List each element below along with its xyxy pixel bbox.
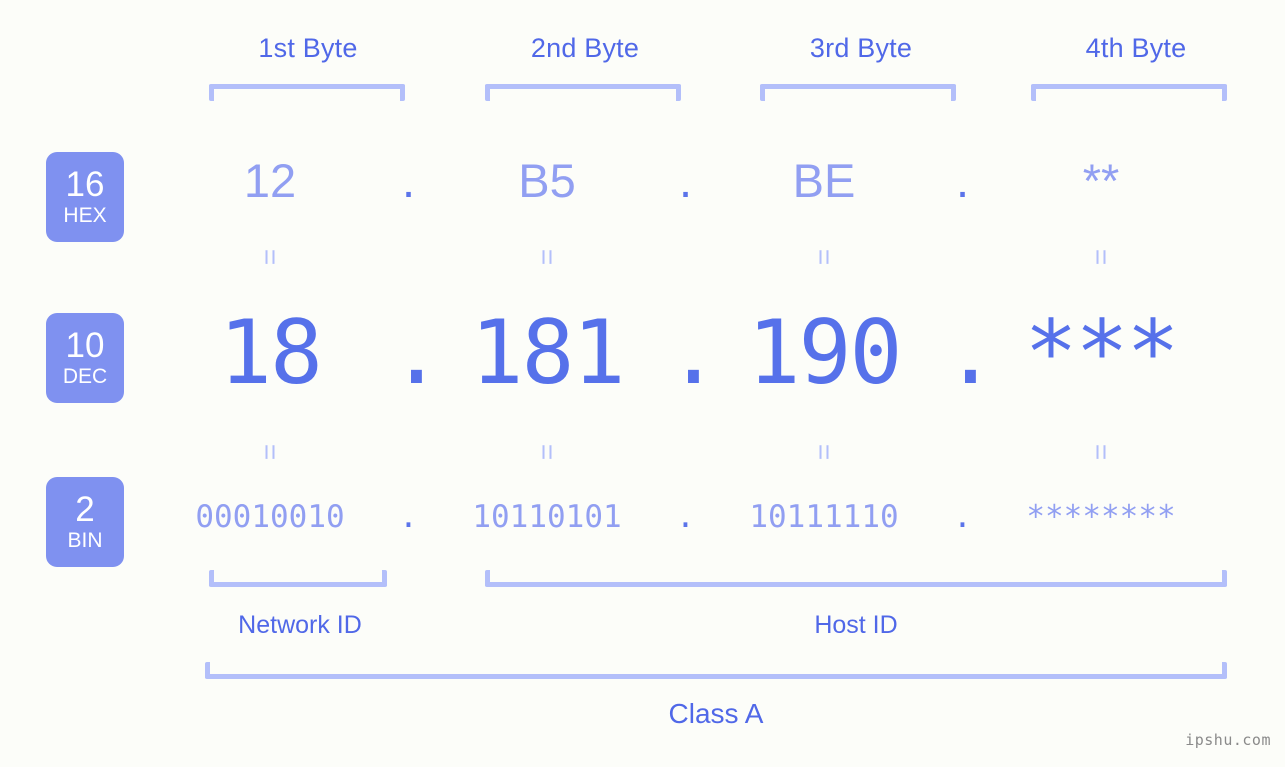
byte-header-4: 4th Byte (1085, 33, 1187, 63)
dec-separator-1: . (390, 301, 443, 404)
base-badge-hex-number: 16 (65, 165, 105, 204)
equals-icon: = (254, 443, 286, 461)
equals-icon: = (808, 248, 840, 266)
hex-separator-3: . (955, 154, 970, 207)
base-badge-hex: 16 HEX (46, 152, 124, 242)
ip-class-bracket (205, 662, 1227, 679)
bin-value-row: 00010010 . 10110101 . 10111110 . *******… (150, 495, 1260, 539)
byte-header-2: 2nd Byte (530, 33, 640, 63)
dec-byte-3: 190 (747, 301, 903, 404)
bin-separator-1: . (399, 499, 418, 535)
base-badge-hex-label: HEX (63, 204, 107, 227)
network-id-label: Network ID (238, 611, 362, 639)
byte-bracket-4 (1031, 84, 1227, 101)
equals-connectors-dec-bin: = = = = (150, 438, 1260, 466)
bin-byte-4: ******** (1026, 499, 1176, 535)
ip-class-label: Class A (668, 698, 764, 729)
byte-header-3: 3rd Byte (809, 33, 913, 63)
base-badge-bin-label: BIN (67, 529, 103, 552)
hex-byte-2: B5 (518, 154, 576, 207)
equals-icon: = (531, 248, 563, 266)
dec-byte-1: 18 (219, 301, 323, 404)
bin-separator-2: . (676, 499, 695, 535)
equals-icon: = (254, 248, 286, 266)
equals-icon: = (531, 443, 563, 461)
base-badge-bin: 2 BIN (46, 477, 124, 567)
equals-icon: = (808, 443, 840, 461)
dec-separator-3: . (944, 301, 997, 404)
network-id-bracket (209, 570, 387, 587)
hex-separator-1: . (401, 154, 416, 207)
dec-value-row: 18 . 181 . 190 . *** (150, 297, 1260, 409)
byte-header-1: 1st Byte (258, 33, 358, 63)
base-badge-bin-number: 2 (75, 490, 95, 529)
dec-byte-2: 181 (470, 301, 626, 404)
hex-byte-4: ** (1082, 154, 1120, 207)
base-badge-dec-number: 10 (65, 326, 105, 365)
hex-byte-3: BE (792, 154, 856, 207)
hex-byte-1: 12 (243, 154, 297, 207)
equals-connectors-hex-dec: = = = = (150, 243, 1260, 271)
bin-byte-2: 10110101 (472, 499, 622, 535)
byte-bracket-3 (760, 84, 956, 101)
equals-icon: = (1085, 248, 1117, 266)
ip-address-breakdown-diagram: 1st Byte 2nd Byte 3rd Byte 4th Byte 16 H… (0, 0, 1285, 767)
bin-separator-3: . (953, 499, 972, 535)
bin-byte-1: 00010010 (195, 499, 345, 535)
hex-separator-2: . (678, 154, 693, 207)
dec-separator-2: . (667, 301, 720, 404)
site-watermark: ipshu.com (1185, 731, 1271, 749)
byte-bracket-1 (209, 84, 405, 101)
hex-value-row: 12 . B5 . BE . ** (150, 150, 1260, 212)
base-badge-dec-label: DEC (62, 365, 108, 388)
byte-bracket-2 (485, 84, 681, 101)
host-id-bracket (485, 570, 1227, 587)
dec-byte-4: *** (1024, 301, 1180, 404)
equals-icon: = (1085, 443, 1117, 461)
host-id-label: Host ID (814, 611, 898, 639)
bin-byte-3: 10111110 (749, 499, 899, 535)
base-badge-dec: 10 DEC (46, 313, 124, 403)
